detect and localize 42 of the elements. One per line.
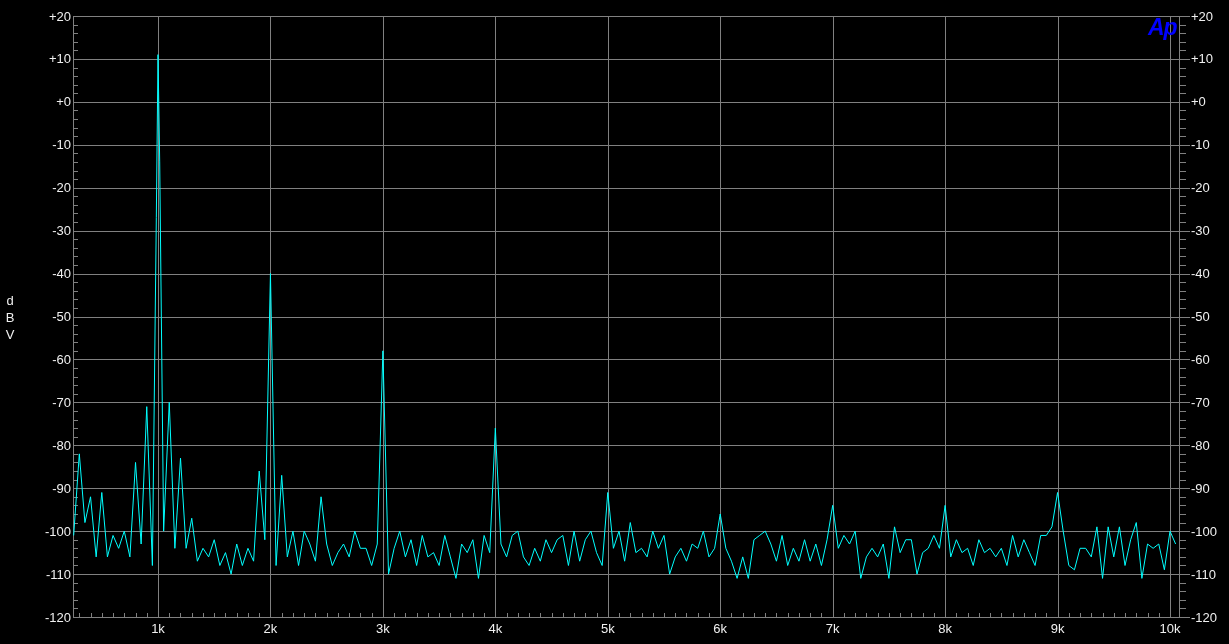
x-tick-label: 9k: [1050, 620, 1065, 636]
x-tick-label: 4k: [488, 620, 503, 636]
x-tick-label: 3k: [376, 620, 390, 636]
y-tick-label: -110: [1191, 566, 1217, 582]
x-tick-label: 2k: [263, 620, 278, 636]
y-tick-label: +10: [48, 51, 71, 67]
y-tick-label: +0: [56, 94, 71, 110]
y-tick-label: -70: [52, 394, 71, 410]
y-tick-label: -10: [52, 137, 71, 153]
y-tick-label: -70: [1191, 394, 1210, 410]
y-tick-label: -40: [1191, 266, 1210, 282]
x-tick-label: 6k: [713, 620, 728, 636]
y-tick-label: +20: [48, 8, 71, 24]
x-tick-label: 10k: [1159, 620, 1181, 636]
y-tick-label: -10: [1191, 137, 1210, 153]
y-tick-label: +10: [1191, 51, 1214, 67]
y-tick-label: -50: [1191, 309, 1210, 324]
y-tick-label: -60: [52, 351, 71, 367]
y-tick-label: -120: [44, 609, 71, 625]
y-tick-label: -90: [52, 480, 71, 496]
y-tick-label: +0: [1191, 94, 1206, 110]
x-tick-label: 1k: [151, 620, 165, 636]
y-tick-label: -120: [1191, 609, 1218, 625]
logo: Ap: [1148, 14, 1177, 40]
y-tick-label: -100: [1191, 523, 1218, 539]
y-tick-label: -60: [1191, 351, 1210, 367]
y-tick-label: -30: [1191, 223, 1210, 239]
x-tick-label: 5k: [600, 620, 615, 636]
y-tick-label: -20: [52, 180, 71, 196]
y-tick-label: -90: [1191, 480, 1210, 496]
y-tick-label: -50: [52, 309, 71, 324]
y-tick-label: -110: [45, 566, 71, 582]
y-tick-label: -20: [1191, 180, 1210, 196]
y-tick-label: +20: [1191, 8, 1214, 24]
y-tick-label: -100: [44, 523, 71, 539]
y-tick-label: -80: [1191, 437, 1210, 453]
x-tick-label: 8k: [938, 620, 952, 636]
y-tick-label: -30: [52, 223, 71, 239]
y-tick-label: -40: [52, 266, 71, 282]
x-tick-label: 7k: [825, 620, 840, 636]
axis-title: dBV: [4, 291, 16, 343]
y-tick-label: -80: [52, 437, 71, 453]
